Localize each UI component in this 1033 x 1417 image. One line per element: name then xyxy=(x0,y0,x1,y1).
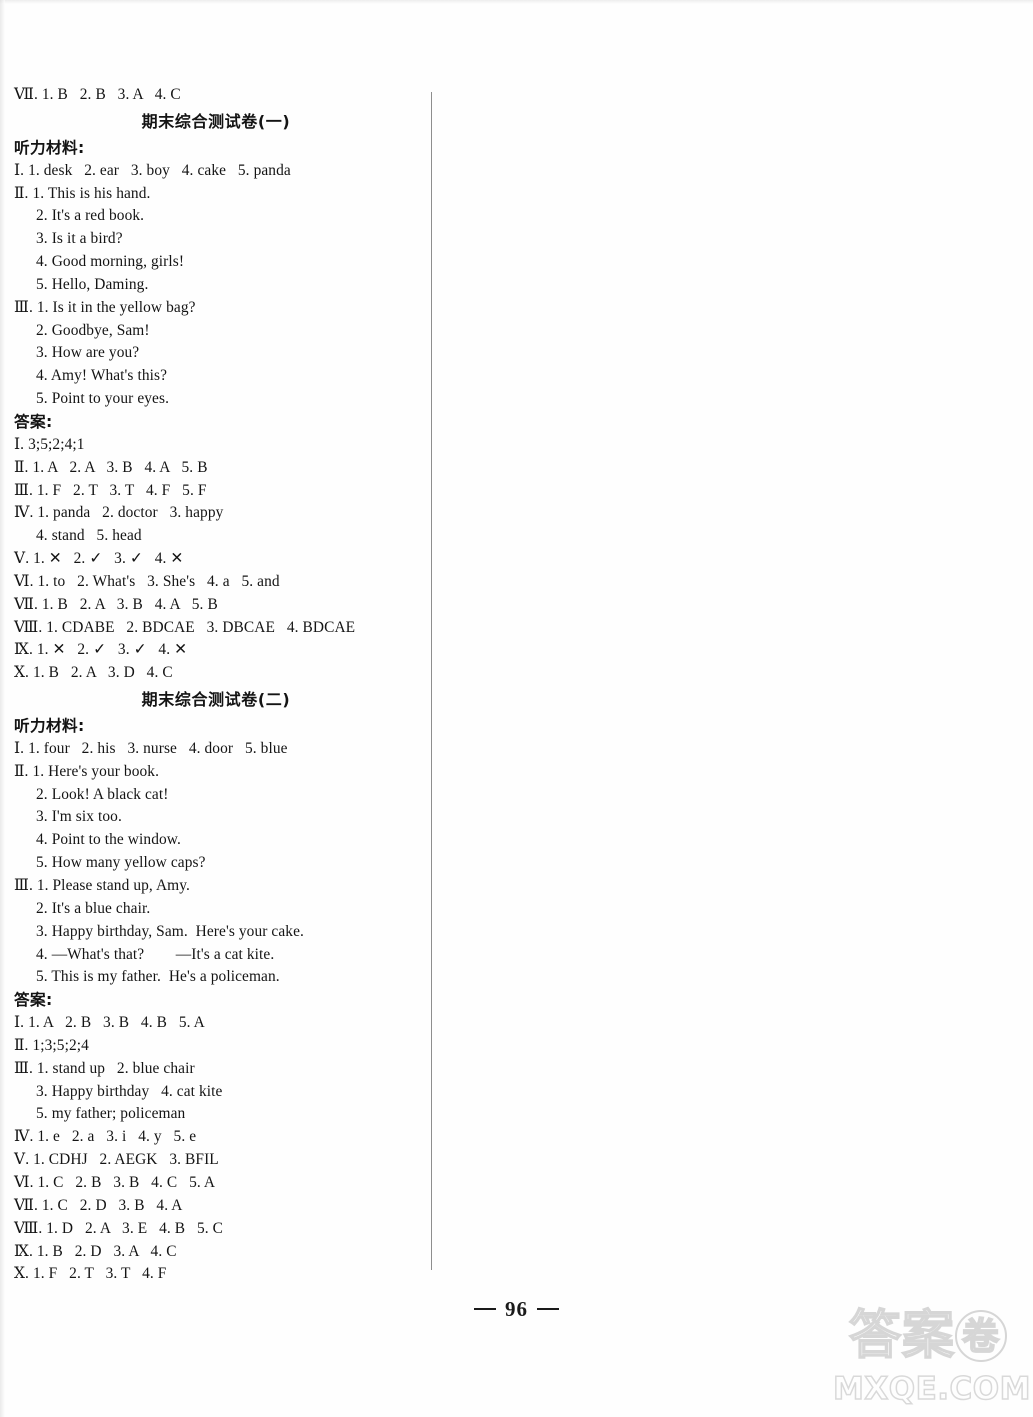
answer-key-text-column: Ⅶ. 1. B 2. B 3. A 4. C 期末综合测试卷(一) 听力材料: Ⅰ. … xyxy=(14,84,418,1286)
answer-line: 2. It's a blue chair. xyxy=(36,899,151,917)
answer-line: Ⅵ. 1. to 2. What's 3. She's 4. a 5. and xyxy=(14,572,280,590)
page-number-dash-right xyxy=(537,1307,559,1310)
answer-line: Ⅶ. 1. B 2. B 3. A 4. C xyxy=(14,86,181,103)
answer-line: 4. stand 5. head xyxy=(36,527,142,545)
answer-line: Ⅸ. 1. B 2. D 3. A 4. C xyxy=(14,1242,177,1260)
answer-line: Ⅵ. 1. C 2. B 3. B 4. C 5. A xyxy=(14,1173,216,1191)
answer-line: Ⅱ. 1. This is his hand. xyxy=(14,184,151,202)
answer-line: Ⅰ. 3;5;2;4;1 xyxy=(14,435,85,453)
page-number-value: 96 xyxy=(505,1297,528,1321)
answer-line: Ⅰ. 1. A 2. B 3. B 4. B 5. A xyxy=(14,1014,205,1032)
answer-line: Ⅲ. 1. Is it in the yellow bag? xyxy=(14,298,196,316)
answer-line: Ⅹ. 1. F 2. T 3. T 4. F xyxy=(14,1265,167,1283)
answer-line: Ⅷ. 1. D 2. A 3. E 4. B 5. C xyxy=(14,1219,224,1237)
answer-line: 4. Point to the window. xyxy=(36,831,181,849)
answer-line: Ⅱ. 1;3;5;2;4 xyxy=(14,1036,89,1054)
answer-line: 5. How many yellow caps? xyxy=(36,854,206,872)
answer-line: 3. I'm six too. xyxy=(36,808,122,826)
answer-line: 4. Amy! What's this? xyxy=(36,367,168,385)
answer-line: Ⅷ. 1. CDABE 2. BDCAE 3. DBCAE 4. BDCAE xyxy=(14,618,356,636)
answer-line: 3. Is it a bird? xyxy=(36,230,123,248)
answer-line: Ⅲ. 1. F 2. T 3. T 4. F 5. F xyxy=(14,481,207,499)
answer-line: Ⅲ. 1. Please stand up, Amy. xyxy=(14,877,190,894)
answer-line: Ⅰ. 1. desk 2. ear 3. boy 4. cake 5. pand… xyxy=(14,161,291,179)
answer-line: 5. my father; policeman xyxy=(36,1105,186,1123)
answer-line: 3. Happy birthday 4. cat kite xyxy=(36,1082,223,1100)
answer-line: 5. This is my father. He's a policeman. xyxy=(36,968,280,986)
section-heading: 答案: xyxy=(14,991,53,1010)
answer-line: 2. Goodbye, Sam! xyxy=(36,321,150,339)
answer-line: 2. It's a red book. xyxy=(36,207,145,225)
section-title: 期末综合测试卷(二) xyxy=(141,690,291,710)
answer-line: Ⅰ. 1. four 2. his 3. nurse 4. door 5. bl… xyxy=(14,739,288,757)
column-divider-rule xyxy=(431,92,433,1270)
section-heading: 听力材料: xyxy=(14,717,85,736)
section-heading: 听力材料: xyxy=(14,138,85,157)
answer-line: Ⅴ. 1. CDHJ 2. AEGK 3. BFIL xyxy=(14,1151,219,1169)
answer-line: Ⅴ. 1. ✕ 2. ✓ 3. ✓ 4. ✕ xyxy=(14,550,184,568)
page-number-dash-left xyxy=(474,1307,496,1310)
answer-line: 2. Look! A black cat! xyxy=(36,785,169,803)
answer-line: Ⅹ. 1. B 2. A 3. D 4. C xyxy=(14,664,173,682)
scan-edge-left xyxy=(0,0,5,1417)
answer-line: 5. Hello, Daming. xyxy=(36,275,149,293)
section-title: 期末综合测试卷(一) xyxy=(141,111,291,131)
answer-line: Ⅳ. 1. panda 2. doctor 3. happy xyxy=(14,504,224,522)
answer-line: Ⅸ. 1. ✕ 2. ✓ 3. ✓ 4. ✕ xyxy=(14,641,188,659)
answer-line: Ⅳ. 1. e 2. a 3. i 4. y 5. e xyxy=(14,1128,197,1146)
answer-line: 4. Good morning, girls! xyxy=(36,253,185,271)
answer-line: 3. How are you? xyxy=(36,344,140,362)
watermark-domain: MXQE.COM xyxy=(832,1370,1032,1408)
answer-line: Ⅶ. 1. C 2. D 3. B 4. A xyxy=(14,1196,183,1214)
answer-line: Ⅶ. 1. B 2. A 3. B 4. A 5. B xyxy=(14,595,218,613)
answer-line: Ⅱ. 1. Here's your book. xyxy=(14,762,160,780)
answer-line: 3. Happy birthday, Sam. Here's your cake… xyxy=(36,922,304,940)
scanned-page: Ⅶ. 1. B 2. B 3. A 4. C 期末综合测试卷(一) 听力材料: Ⅰ. … xyxy=(0,0,1033,1417)
answer-line: 4. —What's that? —It's a cat kite. xyxy=(36,945,275,963)
page-number: 96 xyxy=(0,1297,1033,1322)
answer-line: 5. Point to your eyes. xyxy=(36,390,170,408)
answer-line: Ⅱ. 1. A 2. A 3. B 4. A 5. B xyxy=(14,458,208,476)
scan-edge-top xyxy=(0,0,1033,4)
answer-line: Ⅲ. 1. stand up 2. blue chair xyxy=(14,1059,195,1077)
section-heading: 答案: xyxy=(14,412,53,431)
